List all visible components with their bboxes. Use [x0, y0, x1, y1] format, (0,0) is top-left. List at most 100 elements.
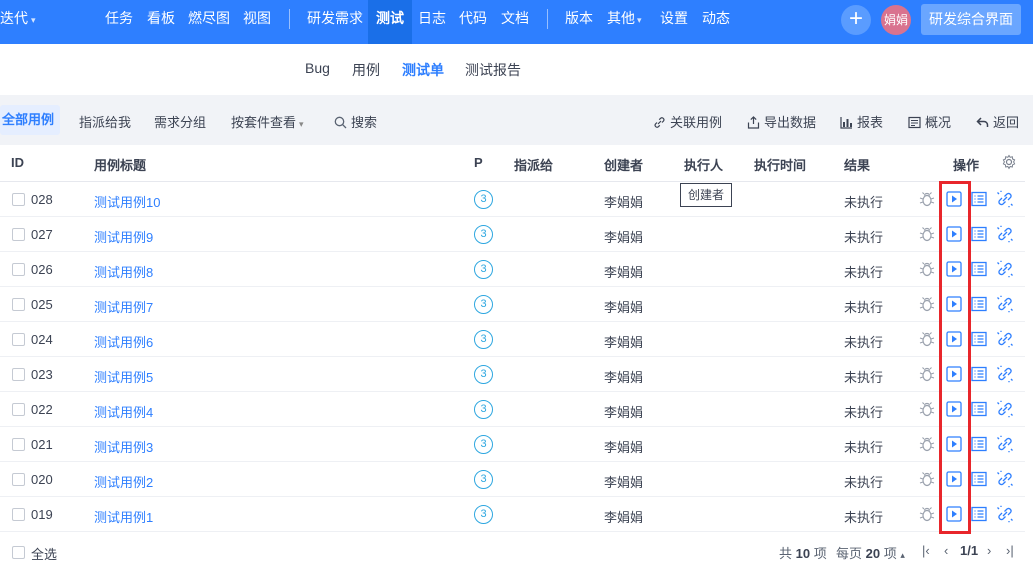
unlink-icon[interactable] [996, 435, 1014, 453]
results-list-icon[interactable] [970, 190, 988, 208]
case-title-link[interactable]: 测试用例10 [94, 192, 160, 211]
row-checkbox[interactable] [12, 298, 25, 311]
col-exec-time[interactable]: 执行时间 [754, 155, 806, 174]
bug-icon[interactable] [918, 190, 936, 208]
report-button[interactable]: 报表 [840, 112, 883, 131]
table-row[interactable]: 023 测试用例5 3 李娟娟 未执行 [0, 357, 1025, 392]
nav-code[interactable]: 代码 [459, 0, 487, 44]
nav-activity[interactable]: 动态 [702, 0, 730, 44]
unlink-icon[interactable] [996, 330, 1014, 348]
row-checkbox[interactable] [12, 368, 25, 381]
col-assigned[interactable]: 指派给 [514, 155, 553, 174]
results-list-icon[interactable] [970, 470, 988, 488]
bug-icon[interactable] [918, 225, 936, 243]
case-title-link[interactable]: 测试用例9 [94, 227, 153, 246]
bug-icon[interactable] [918, 400, 936, 418]
col-result[interactable]: 结果 [844, 155, 870, 174]
unlink-icon[interactable] [996, 365, 1014, 383]
row-checkbox[interactable] [12, 438, 25, 451]
unlink-icon[interactable] [996, 400, 1014, 418]
case-title-link[interactable]: 测试用例7 [94, 297, 153, 316]
subnav-report[interactable]: 测试报告 [465, 60, 521, 80]
case-title-link[interactable]: 测试用例3 [94, 437, 153, 456]
create-plus-button[interactable]: + [841, 5, 871, 35]
select-all-label[interactable]: 全选 [31, 544, 57, 563]
results-list-icon[interactable] [970, 435, 988, 453]
project-switcher[interactable]: 迭代 ▾ [0, 0, 36, 44]
export-button[interactable]: 导出数据 [747, 112, 816, 131]
next-page-icon[interactable]: › [987, 543, 991, 558]
results-list-icon[interactable] [970, 295, 988, 313]
nav-burndown[interactable]: 燃尽图 [188, 0, 230, 44]
subnav-bug[interactable]: Bug [305, 60, 330, 76]
bug-icon[interactable] [918, 505, 936, 523]
row-checkbox[interactable] [12, 263, 25, 276]
unlink-icon[interactable] [996, 470, 1014, 488]
results-list-icon[interactable] [970, 330, 988, 348]
results-list-icon[interactable] [970, 225, 988, 243]
bug-icon[interactable] [918, 295, 936, 313]
case-title-link[interactable]: 测试用例8 [94, 262, 153, 281]
bug-icon[interactable] [918, 470, 936, 488]
filter-by-suite[interactable]: 按套件查看 ▾ [231, 112, 304, 131]
link-case-button[interactable]: 关联用例 [653, 112, 722, 131]
row-checkbox[interactable] [12, 473, 25, 486]
subnav-testtask[interactable]: 测试单 [402, 60, 444, 80]
table-row[interactable]: 022 测试用例4 3 李娟娟 未执行 [0, 392, 1025, 427]
table-row[interactable]: 027 测试用例9 3 李娟娟 未执行 [0, 217, 1025, 252]
table-row[interactable]: 019 测试用例1 3 李娟娟 未执行 [0, 497, 1025, 532]
table-row[interactable]: 021 测试用例3 3 李娟娟 未执行 [0, 427, 1025, 462]
row-checkbox[interactable] [12, 193, 25, 206]
bug-icon[interactable] [918, 435, 936, 453]
col-creator[interactable]: 创建者 [604, 155, 643, 174]
unlink-icon[interactable] [996, 505, 1014, 523]
bug-icon[interactable] [918, 365, 936, 383]
results-list-icon[interactable] [970, 505, 988, 523]
results-list-icon[interactable] [970, 260, 988, 278]
table-row[interactable]: 028 测试用例10 3 李娟娟 未执行 [0, 182, 1025, 217]
select-all-checkbox[interactable] [12, 546, 25, 559]
first-page-icon[interactable]: |‹ [922, 543, 930, 558]
row-checkbox[interactable] [12, 228, 25, 241]
col-priority[interactable]: P [474, 155, 483, 170]
nav-view[interactable]: 视图 [243, 0, 271, 44]
gear-icon[interactable] [1001, 154, 1017, 170]
table-row[interactable]: 024 测试用例6 3 李娟娟 未执行 [0, 322, 1025, 357]
case-title-link[interactable]: 测试用例2 [94, 472, 153, 491]
results-list-icon[interactable] [970, 365, 988, 383]
overview-button[interactable]: 概况 [908, 112, 951, 131]
prev-page-icon[interactable]: ‹ [944, 543, 948, 558]
search-button[interactable]: 搜索 [334, 112, 377, 131]
nav-version[interactable]: 版本 [565, 0, 593, 44]
unlink-icon[interactable] [996, 295, 1014, 313]
last-page-icon[interactable]: ›| [1006, 543, 1014, 558]
case-title-link[interactable]: 测试用例4 [94, 402, 153, 421]
unlink-icon[interactable] [996, 190, 1014, 208]
nav-settings[interactable]: 设置 [660, 0, 688, 44]
case-title-link[interactable]: 测试用例6 [94, 332, 153, 351]
row-checkbox[interactable] [12, 333, 25, 346]
col-id[interactable]: ID [11, 155, 24, 170]
nav-task[interactable]: 任务 [105, 0, 133, 44]
row-checkbox[interactable] [12, 508, 25, 521]
page-size-select[interactable]: 每页 20 项 ▴ [836, 543, 905, 562]
nav-kanban[interactable]: 看板 [147, 0, 175, 44]
unlink-icon[interactable] [996, 225, 1014, 243]
col-title[interactable]: 用例标题 [94, 155, 146, 174]
table-row[interactable]: 026 测试用例8 3 李娟娟 未执行 [0, 252, 1025, 287]
bug-icon[interactable] [918, 260, 936, 278]
bug-icon[interactable] [918, 330, 936, 348]
subnav-case[interactable]: 用例 [352, 60, 380, 80]
nav-test[interactable]: 测试 [368, 0, 412, 44]
col-executor[interactable]: 执行人 [684, 155, 723, 174]
results-list-icon[interactable] [970, 400, 988, 418]
table-row[interactable]: 025 测试用例7 3 李娟娟 未执行 [0, 287, 1025, 322]
case-title-link[interactable]: 测试用例5 [94, 367, 153, 386]
table-row[interactable]: 020 测试用例2 3 李娟娟 未执行 [0, 462, 1025, 497]
nav-doc[interactable]: 文档 [501, 0, 529, 44]
nav-requirement[interactable]: 研发需求 [307, 0, 363, 44]
back-button[interactable]: 返回 [976, 112, 1019, 131]
filter-assigned-to-me[interactable]: 指派给我 [79, 112, 131, 131]
row-checkbox[interactable] [12, 403, 25, 416]
nav-log[interactable]: 日志 [418, 0, 446, 44]
